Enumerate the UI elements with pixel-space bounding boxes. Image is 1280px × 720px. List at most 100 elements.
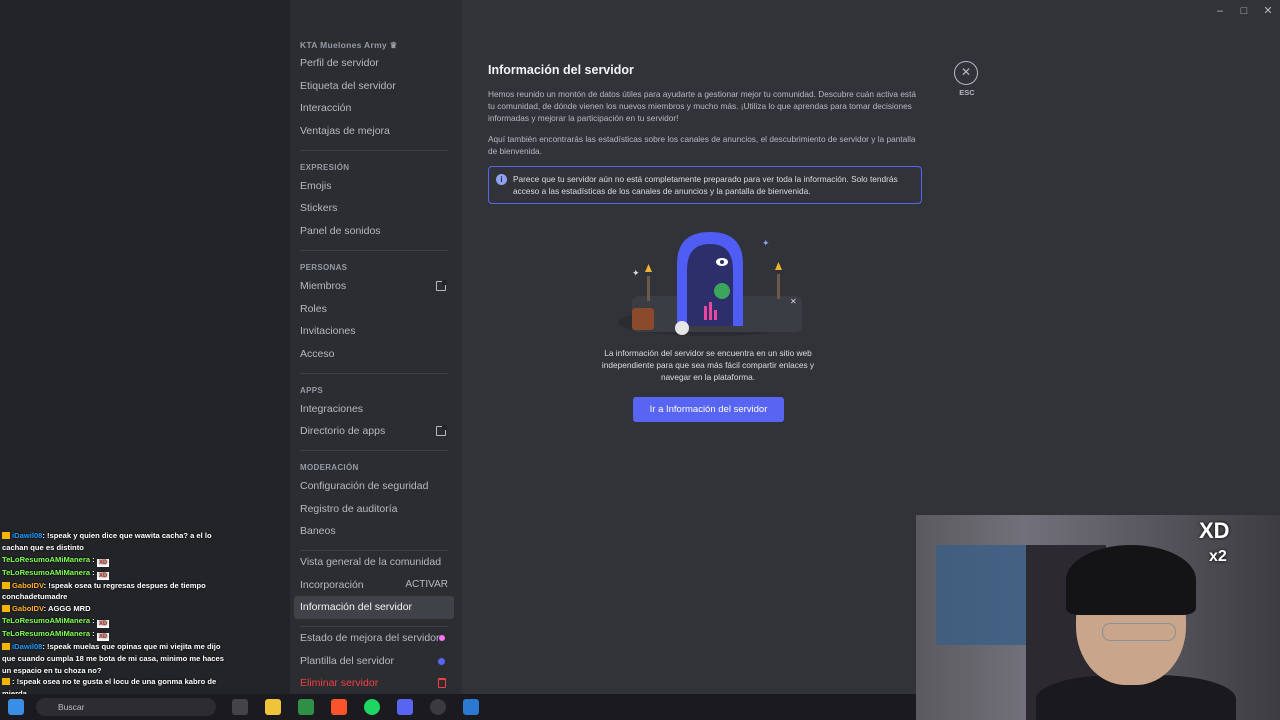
store-icon[interactable] (298, 699, 314, 715)
nav-eliminar-servidor[interactable]: Eliminar servidor (294, 672, 454, 695)
settings-nav: KTA Muelones Army ♛ Perfil de servidor E… (294, 38, 454, 695)
nav-baneos[interactable]: Baneos (294, 520, 454, 543)
chat-username: TeLoResumoAMiManera (2, 567, 91, 577)
webcam-person-hair (1066, 545, 1196, 615)
nav-invitaciones[interactable]: Invitaciones (294, 320, 454, 343)
badge-icon (2, 642, 10, 650)
nav-stickers[interactable]: Stickers (294, 197, 454, 220)
chat-text: : (90, 554, 95, 564)
badge-icon (2, 532, 10, 539)
windows-start-icon[interactable] (8, 699, 24, 715)
chat-emote: XD (96, 558, 110, 567)
nav-miembros[interactable]: Miembros (294, 275, 454, 298)
webcam-person-glasses (1102, 623, 1176, 641)
xd-sticker: XD x2 (1199, 518, 1249, 578)
external-link-icon (436, 279, 447, 291)
chat-message: TeLoResumoAMiManera : XD (0, 628, 228, 641)
section-apps: APPS (300, 385, 323, 395)
task-view-icon[interactable] (232, 699, 248, 715)
nav-informacion-servidor[interactable]: Información del servidor (294, 596, 454, 620)
svg-text:✕: ✕ (790, 297, 797, 306)
nav-divider (300, 372, 448, 374)
obs-icon[interactable] (430, 699, 446, 715)
maximize-button[interactable]: □ (1232, 0, 1256, 22)
chat-message: TeLoResumoAMiManera : XD (0, 615, 228, 628)
nav-roles[interactable]: Roles (294, 298, 454, 321)
taskbar-search[interactable]: Buscar (36, 698, 216, 716)
activar-label: ACTIVAR (405, 578, 448, 590)
server-insights-illustration: ✦ ✦ ✕ (618, 232, 802, 336)
close-settings[interactable]: ✕ ESC (952, 61, 982, 97)
server-insights-content: Información del servidor Hemos reunido u… (488, 60, 922, 204)
stream-chat-overlay: iDawil08: !speak y quien dice que wawita… (0, 530, 228, 720)
chat-text: : (90, 628, 95, 638)
chat-message: iDawil08: !speak y quien dice que wawita… (0, 530, 228, 554)
nav-perfil-servidor[interactable]: Perfil de servidor (294, 52, 454, 75)
nav-interaccion[interactable]: Interacción (294, 97, 454, 120)
chat-message: TeLoResumoAMiManera : XD (0, 554, 228, 567)
close-icon[interactable]: ✕ (954, 61, 978, 85)
nav-config-seguridad[interactable]: Configuración de seguridad (294, 475, 454, 498)
nav-estado-mejora-label: Estado de mejora del servidor (300, 632, 440, 645)
section-personas: PERSONAS (300, 262, 348, 272)
section-expresion: EXPRESIÓN (300, 162, 350, 172)
webcam-overlay: XD x2 (916, 515, 1280, 720)
nav-divider (300, 449, 448, 451)
nav-etiqueta-servidor[interactable]: Etiqueta del servidor (294, 75, 454, 98)
chat-text: : AGGG MRD (43, 604, 91, 614)
discord-icon[interactable] (397, 699, 413, 715)
chat-message: GaboIDV: AGGG MRD (0, 603, 228, 615)
nav-ventajas-mejora[interactable]: Ventajas de mejora (294, 120, 454, 143)
chat-text: : (90, 615, 95, 625)
nav-incorporacion[interactable]: Incorporación ACTIVAR (294, 574, 454, 597)
secondary-paragraph: Aquí también encontrarás las estadística… (488, 134, 916, 156)
chat-username: iDawil08 (12, 641, 43, 651)
close-window-button[interactable]: ✕ (1256, 0, 1280, 22)
external-link-icon (436, 425, 447, 437)
intro-paragraph: Hemos reunido un montón de datos útiles … (488, 89, 916, 123)
chat-message: GaboIDV: !speak osea tu regresas despues… (0, 580, 228, 604)
svg-text:✦: ✦ (762, 238, 770, 248)
chat-username: iDawil08 (12, 531, 43, 540)
info-notice-text: Parece que tu servidor aún no está compl… (513, 174, 898, 196)
chat-username: TeLoResumoAMiManera (2, 628, 91, 638)
go-to-server-insights-button[interactable]: Ir a Información del servidor (633, 397, 784, 422)
chat-username: TeLoResumoAMiManera (2, 554, 91, 564)
nav-plantilla-label: Plantilla del servidor (300, 654, 394, 667)
nav-directorio-apps[interactable]: Directorio de apps (294, 420, 454, 443)
trash-icon (438, 678, 446, 689)
section-moderacion: MODERACIÓN (300, 462, 359, 472)
nav-registro-auditoria[interactable]: Registro de auditoría (294, 498, 454, 521)
chat-text: : (90, 567, 95, 577)
spotify-icon[interactable] (364, 699, 380, 715)
chat-username: TeLoResumoAMiManera (2, 615, 91, 625)
nav-integraciones[interactable]: Integraciones (294, 398, 454, 421)
chat-emote: XD (96, 619, 110, 628)
info-notice: i Parece que tu servidor aún no está com… (488, 166, 922, 204)
nav-plantilla-servidor[interactable]: Plantilla del servidor (294, 650, 454, 673)
webcam-shelf (936, 545, 1026, 645)
page-title: Información del servidor (488, 63, 634, 77)
chat-emote: XD (96, 571, 110, 580)
server-name: KTA Muelones Army ♛ (300, 40, 398, 50)
nav-acceso[interactable]: Acceso (294, 343, 454, 366)
nav-estado-mejora[interactable]: Estado de mejora del servidor (294, 627, 454, 650)
illustration-caption: La información del servidor se encuentra… (601, 348, 815, 382)
chat-message: iDawil08: !speak muelas que opinas que m… (0, 641, 228, 676)
brave-browser-icon[interactable] (331, 699, 347, 715)
nav-vista-comunidad[interactable]: Vista general de la comunidad (294, 551, 454, 574)
nav-panel-sonidos[interactable]: Panel de sonidos (294, 220, 454, 243)
minimize-button[interactable]: – (1208, 0, 1232, 22)
nav-emojis[interactable]: Emojis (294, 175, 454, 198)
info-icon: i (496, 174, 507, 185)
nav-incorporacion-label: Incorporación (300, 578, 364, 591)
svg-text:✦: ✦ (632, 268, 640, 278)
file-explorer-icon[interactable] (265, 699, 281, 715)
xd-sticker-text: XD (1199, 518, 1230, 543)
esc-label: ESC (959, 88, 975, 97)
badge-icon (2, 581, 10, 589)
nav-divider (300, 149, 448, 151)
xd-multiplier: x2 (1209, 548, 1227, 565)
app-icon[interactable] (463, 699, 479, 715)
badge-icon (2, 678, 10, 686)
